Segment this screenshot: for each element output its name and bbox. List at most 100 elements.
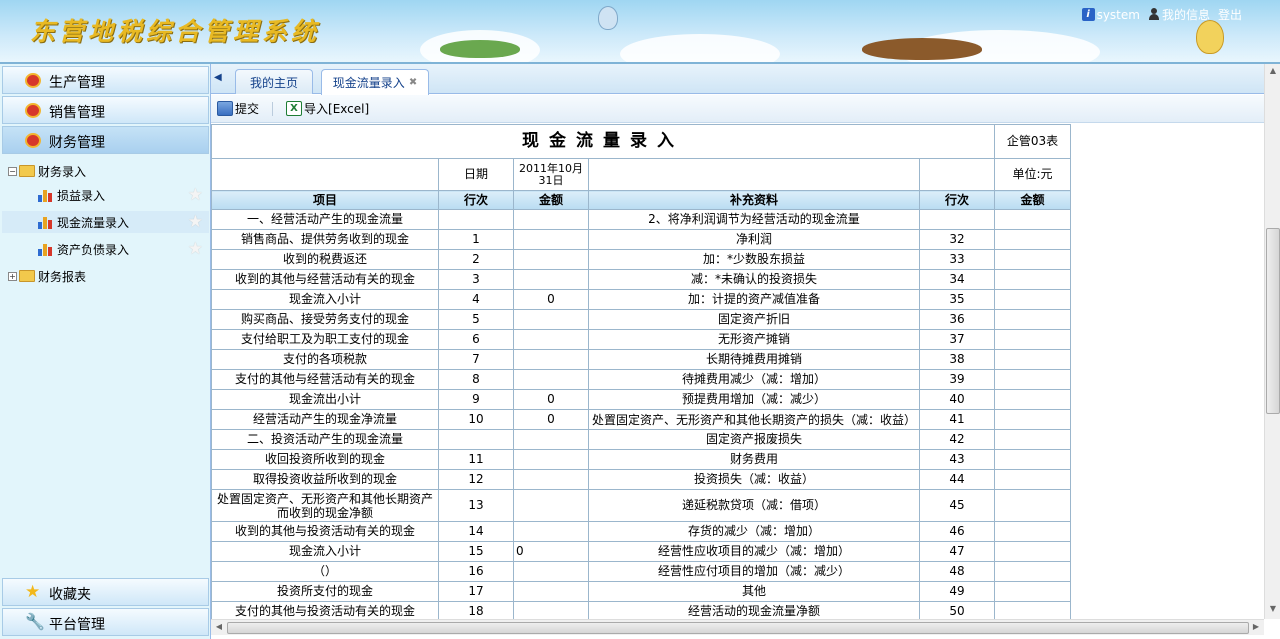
tab-bar: ◀ 我的主页 现金流量录入 ✖ ▶: [211, 64, 1280, 95]
amount-cell[interactable]: [513, 601, 589, 619]
amount-cell[interactable]: [513, 209, 589, 230]
amount-cell[interactable]: [994, 489, 1072, 522]
amount-cell[interactable]: [994, 561, 1072, 582]
tab-home[interactable]: 我的主页: [235, 69, 313, 94]
amount-cell[interactable]: [513, 429, 589, 450]
line-number-cell: 16: [438, 561, 514, 582]
amount-cell[interactable]: [994, 249, 1072, 270]
amount-cell[interactable]: [513, 581, 589, 602]
amount-cell[interactable]: [513, 469, 589, 490]
horizontal-scrollbar[interactable]: ◀ ▶: [211, 619, 1264, 635]
scroll-thumb[interactable]: [1266, 228, 1280, 414]
save-icon: [217, 101, 233, 116]
vertical-scrollbar[interactable]: ▲ ▼: [1264, 64, 1280, 619]
amount-cell[interactable]: [994, 581, 1072, 602]
line-number-cell: 13: [438, 489, 514, 522]
amount-cell[interactable]: 0: [513, 289, 589, 310]
folder-icon: [19, 165, 35, 177]
main-panel: ◀ 我的主页 现金流量录入 ✖ ▶ 提交 X 导入[Excel] 现金流量录入 …: [211, 64, 1280, 639]
accordion-production[interactable]: 生产管理: [2, 66, 209, 94]
line-number-cell: 7: [438, 349, 514, 370]
amount-cell[interactable]: [994, 309, 1072, 330]
amount-cell[interactable]: [513, 521, 589, 542]
module-icon: [25, 73, 41, 88]
accordion-finance[interactable]: 财务管理: [2, 126, 209, 154]
amount-cell[interactable]: [994, 541, 1072, 562]
line-number-cell: 33: [918, 249, 996, 270]
item-cell: 投资损失（减：收益）: [588, 469, 920, 490]
collapse-icon[interactable]: −: [8, 166, 17, 176]
scroll-up-icon[interactable]: ▲: [1265, 66, 1280, 75]
tree-node-finance-report[interactable]: + 财务报表: [8, 265, 208, 287]
folder-icon: [19, 270, 35, 282]
amount-cell[interactable]: [994, 409, 1072, 430]
amount-cell[interactable]: [994, 229, 1072, 250]
amount-cell[interactable]: [513, 369, 589, 390]
scroll-left-icon[interactable]: ◀: [211, 622, 227, 631]
amount-cell[interactable]: 0: [513, 409, 589, 430]
user-link[interactable]: i system: [1081, 7, 1140, 22]
item-cell: 处置固定资产、无形资产和其他长期资产的损失（减：收益）: [588, 409, 920, 430]
line-number-cell: 4: [438, 289, 514, 310]
close-icon[interactable]: ✖: [409, 77, 417, 88]
tree-node-finance-entry[interactable]: − 财务录入: [8, 160, 208, 182]
column-header: 行次: [918, 190, 996, 210]
amount-cell[interactable]: [994, 269, 1072, 290]
favorite-star-icon[interactable]: ★: [188, 239, 203, 259]
expand-icon[interactable]: +: [8, 271, 17, 281]
scroll-down-icon[interactable]: ▼: [1265, 604, 1280, 613]
amount-cell[interactable]: 0: [513, 541, 589, 562]
item-cell: 长期待摊费用摊销: [588, 349, 920, 370]
submit-button[interactable]: 提交: [214, 98, 262, 119]
tree-node-income-entry[interactable]: 损益录入 ★: [2, 184, 209, 206]
amount-cell[interactable]: [994, 209, 1072, 230]
scroll-thumb[interactable]: [227, 622, 1249, 634]
accordion-favorites[interactable]: ★ 收藏夹: [2, 578, 209, 606]
amount-cell[interactable]: [513, 449, 589, 470]
line-number-cell: 42: [918, 429, 996, 450]
tree-node-cashflow-entry[interactable]: 现金流量录入 ★: [2, 211, 209, 233]
accordion-platform[interactable]: 🔧 平台管理: [2, 608, 209, 636]
amount-cell[interactable]: [513, 329, 589, 350]
amount-cell[interactable]: [994, 289, 1072, 310]
toolbar: 提交 X 导入[Excel]: [211, 95, 1280, 123]
amount-cell[interactable]: [994, 329, 1072, 350]
line-number-cell: 50: [918, 601, 996, 619]
amount-cell[interactable]: [513, 269, 589, 290]
accordion-sales[interactable]: 销售管理: [2, 96, 209, 124]
amount-cell[interactable]: [994, 601, 1072, 619]
amount-cell[interactable]: [513, 229, 589, 250]
amount-cell[interactable]: [994, 449, 1072, 470]
tab-scroll-left-icon[interactable]: ◀: [214, 72, 222, 83]
favorite-star-icon[interactable]: ★: [188, 185, 203, 205]
tree-label: 财务报表: [38, 269, 87, 284]
user-name: system: [1096, 7, 1140, 22]
scroll-right-icon[interactable]: ▶: [1248, 622, 1264, 631]
amount-cell[interactable]: [513, 309, 589, 330]
tab-cashflow-entry[interactable]: 现金流量录入 ✖: [321, 69, 429, 95]
table-row: 购买商品、接受劳务支付的现金 5 固定资产折旧 36: [211, 309, 1072, 330]
amount-cell[interactable]: 0: [513, 389, 589, 410]
line-number-cell: [438, 209, 514, 230]
amount-cell[interactable]: [994, 389, 1072, 410]
item-cell: 固定资产报废损失: [588, 429, 920, 450]
report-area: 现金流量录入 企管03表 日期 2011年10月31日 单位:元 项目 行次 金…: [211, 124, 1264, 619]
amount-cell[interactable]: [994, 469, 1072, 490]
amount-cell[interactable]: [994, 369, 1072, 390]
date-value[interactable]: 2011年10月31日: [513, 158, 589, 191]
item-cell: 财务费用: [588, 449, 920, 470]
amount-cell[interactable]: [513, 249, 589, 270]
item-cell: 支付的其他与经营活动有关的现金: [211, 369, 439, 390]
my-info-link[interactable]: 我的信息: [1148, 6, 1210, 23]
amount-cell[interactable]: [994, 349, 1072, 370]
favorite-star-icon[interactable]: ★: [188, 212, 203, 232]
item-cell: 二、投资活动产生的现金流量: [211, 429, 439, 450]
amount-cell[interactable]: [513, 489, 589, 522]
amount-cell[interactable]: [513, 561, 589, 582]
logout-link[interactable]: 登出: [1218, 6, 1242, 23]
amount-cell[interactable]: [994, 429, 1072, 450]
amount-cell[interactable]: [994, 521, 1072, 542]
tree-node-balance-entry[interactable]: 资产负债录入 ★: [2, 238, 209, 260]
import-excel-button[interactable]: X 导入[Excel]: [283, 98, 372, 119]
amount-cell[interactable]: [513, 349, 589, 370]
